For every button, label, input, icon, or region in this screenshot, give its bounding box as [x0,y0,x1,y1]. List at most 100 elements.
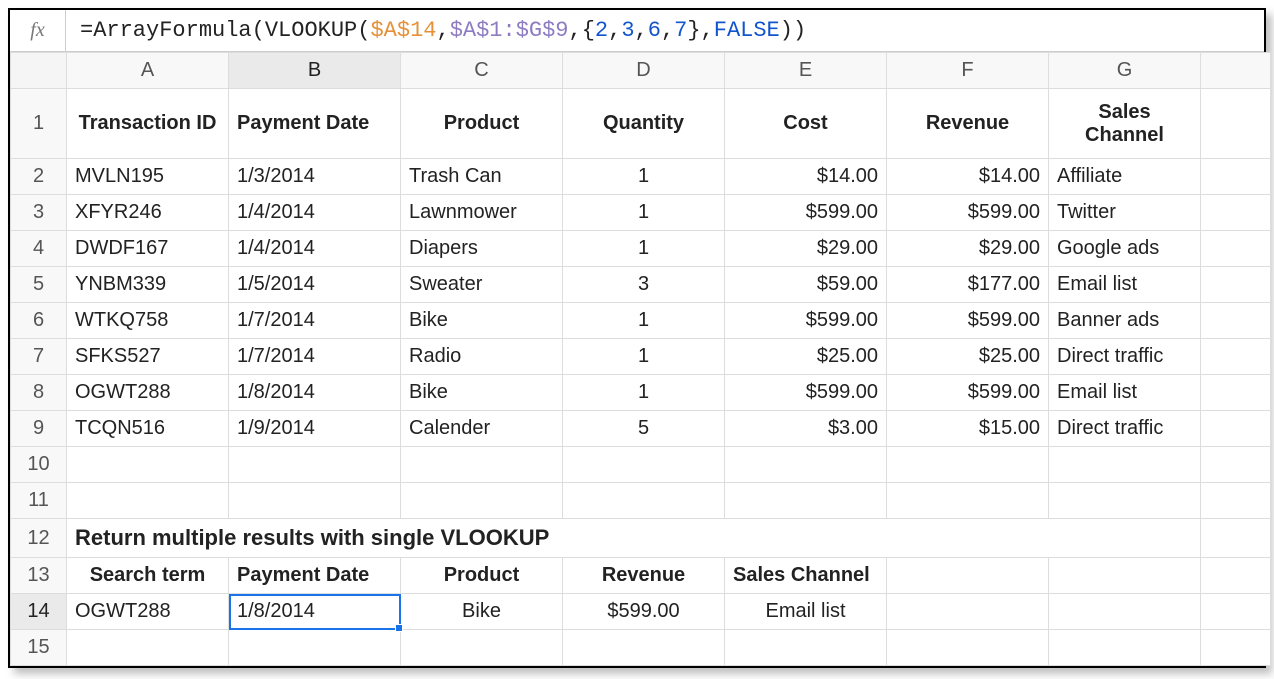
cell[interactable]: $29.00 [725,231,887,267]
row-header-12[interactable]: 12 [11,519,67,558]
cell[interactable]: Trash Can [401,159,563,195]
cell[interactable] [1201,159,1271,195]
cell[interactable] [229,483,401,519]
cell[interactable] [1201,519,1271,558]
cell[interactable] [1201,339,1271,375]
cell[interactable]: Bike [401,375,563,411]
cell[interactable] [1201,89,1271,159]
cell[interactable] [563,483,725,519]
cell[interactable]: 1/4/2014 [229,195,401,231]
row-header-6[interactable]: 6 [11,303,67,339]
cell[interactable] [887,483,1049,519]
cell[interactable]: Banner ads [1049,303,1201,339]
cell[interactable] [725,447,887,483]
cell[interactable]: 1 [563,231,725,267]
cell[interactable]: OGWT288 [67,375,229,411]
cell[interactable]: $599.00 [725,195,887,231]
cell[interactable] [1201,375,1271,411]
cell[interactable]: Revenue [563,558,725,594]
cell[interactable]: Search term [67,558,229,594]
row-header-15[interactable]: 15 [11,630,67,666]
cell[interactable]: MVLN195 [67,159,229,195]
col-header-A[interactable]: A [67,53,229,89]
cell[interactable]: Payment Date [229,558,401,594]
col-header-C[interactable]: C [401,53,563,89]
cell[interactable]: Google ads [1049,231,1201,267]
cell[interactable]: 1 [563,195,725,231]
cell[interactable]: Cost [725,89,887,159]
cell[interactable]: $599.00 [887,303,1049,339]
cell[interactable]: 1/3/2014 [229,159,401,195]
cell[interactable]: 1/7/2014 [229,303,401,339]
cell[interactable] [563,630,725,666]
cell[interactable]: Email list [725,594,887,630]
row-header-7[interactable]: 7 [11,339,67,375]
cell[interactable]: $15.00 [887,411,1049,447]
cell[interactable]: Direct traffic [1049,411,1201,447]
cell[interactable]: 1/7/2014 [229,339,401,375]
cell[interactable]: 1/5/2014 [229,267,401,303]
cell[interactable] [1049,558,1201,594]
cell[interactable] [229,630,401,666]
cell[interactable]: SFKS527 [67,339,229,375]
cell[interactable]: Calender [401,411,563,447]
cell[interactable]: $599.00 [563,594,725,630]
cell[interactable] [1201,195,1271,231]
row-header-13[interactable]: 13 [11,558,67,594]
row-header-11[interactable]: 11 [11,483,67,519]
cell[interactable]: 1/9/2014 [229,411,401,447]
cell[interactable] [229,447,401,483]
col-header-D[interactable]: D [563,53,725,89]
cell[interactable]: OGWT288 [67,594,229,630]
cell[interactable]: $29.00 [887,231,1049,267]
cell[interactable]: Radio [401,339,563,375]
cell[interactable] [1201,447,1271,483]
cell[interactable]: $59.00 [725,267,887,303]
cell[interactable]: Affiliate [1049,159,1201,195]
col-header-extra[interactable] [1201,53,1271,89]
cell[interactable] [401,447,563,483]
cell[interactable]: Product [401,558,563,594]
cell[interactable] [67,630,229,666]
cell[interactable]: DWDF167 [67,231,229,267]
cell[interactable]: WTKQ758 [67,303,229,339]
row-header-14[interactable]: 14 [11,594,67,630]
cell[interactable]: 1/4/2014 [229,231,401,267]
col-header-G[interactable]: G [1049,53,1201,89]
cell[interactable]: XFYR246 [67,195,229,231]
cell[interactable] [725,483,887,519]
cell[interactable]: YNBM339 [67,267,229,303]
cell[interactable] [1201,231,1271,267]
cell[interactable]: Return multiple results with single VLOO… [67,519,1201,558]
row-header-4[interactable]: 4 [11,231,67,267]
cell[interactable]: 1 [563,303,725,339]
fx-icon[interactable]: fx [10,10,66,51]
cell-selected[interactable]: 1/8/2014 [229,594,401,630]
row-header-1[interactable]: 1 [11,89,67,159]
cell[interactable] [1201,558,1271,594]
cell[interactable] [1201,267,1271,303]
cell[interactable]: 3 [563,267,725,303]
cell[interactable]: TCQN516 [67,411,229,447]
cell[interactable]: $25.00 [725,339,887,375]
cell[interactable]: $599.00 [725,375,887,411]
cell[interactable]: $599.00 [887,195,1049,231]
cell[interactable]: Payment Date [229,89,401,159]
cell[interactable]: Product [401,89,563,159]
cell[interactable]: Sales Channel [1049,89,1201,159]
formula-input[interactable]: =ArrayFormula(VLOOKUP($A$14,$A$1:$G$9,{2… [66,18,1264,43]
cell[interactable]: Revenue [887,89,1049,159]
cell[interactable]: $177.00 [887,267,1049,303]
cell[interactable]: Bike [401,594,563,630]
row-header-8[interactable]: 8 [11,375,67,411]
row-header-10[interactable]: 10 [11,447,67,483]
cell[interactable]: Diapers [401,231,563,267]
cell[interactable] [887,594,1049,630]
row-header-2[interactable]: 2 [11,159,67,195]
cell[interactable]: 1/8/2014 [229,375,401,411]
cell[interactable]: Twitter [1049,195,1201,231]
cell[interactable]: Sales Channel [725,558,887,594]
cell[interactable]: Transaction ID [67,89,229,159]
cell[interactable] [401,483,563,519]
cell[interactable]: 1 [563,159,725,195]
